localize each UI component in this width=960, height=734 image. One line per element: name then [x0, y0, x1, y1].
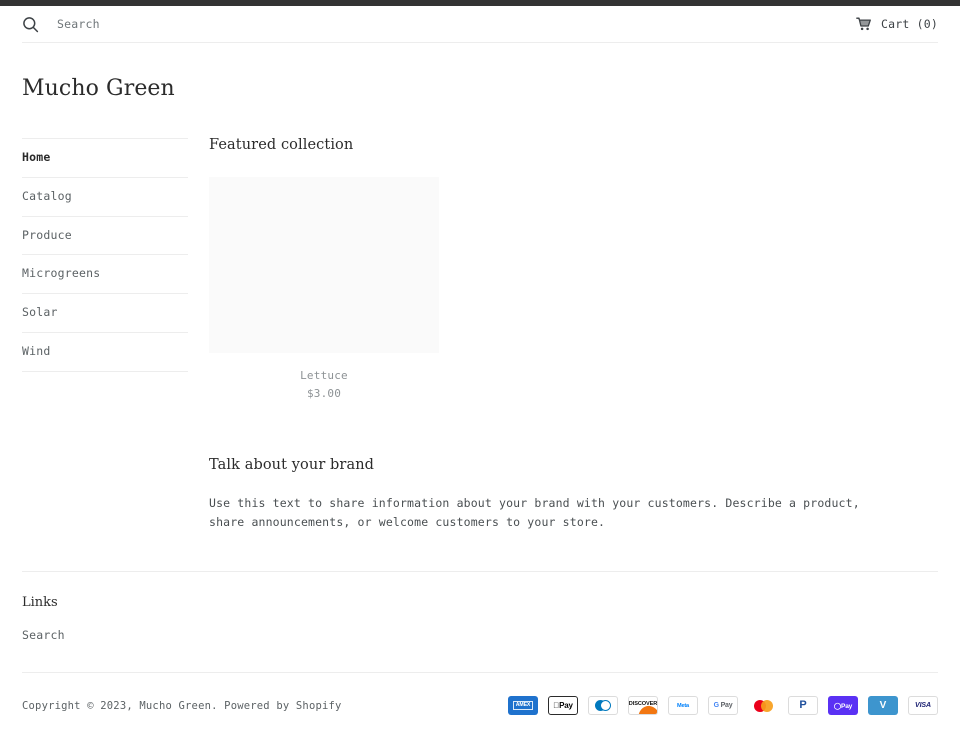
mastercard-circles	[753, 699, 773, 712]
product-grid: Lettuce $3.00	[209, 176, 938, 400]
shop-pay-icon: ◯Pay	[828, 696, 858, 716]
meta-pay-icon: Meta	[668, 696, 698, 716]
diners-club-circles	[595, 700, 611, 712]
footer-bottom-bar: Copyright © 2023, Mucho Green. Powered b…	[0, 696, 960, 716]
main-content: Featured collection Lettuce $3.00 Talk a…	[188, 138, 938, 531]
discover-icon: DISCOVER	[628, 696, 658, 716]
brand-heading: Talk about your brand	[209, 456, 375, 473]
google-pay-label: G Pay	[713, 702, 733, 710]
search-input-placeholder[interactable]: Search	[57, 17, 100, 31]
shop-pay-label: ◯Pay	[833, 702, 853, 710]
footer-bottom-divider	[22, 672, 938, 674]
footer-links-section: Links Search	[0, 596, 960, 643]
cart-link[interactable]: Cart (0)	[856, 17, 938, 31]
sidebar-item-microgreens[interactable]: Microgreens	[22, 255, 188, 295]
google-pay-icon: G Pay	[708, 696, 738, 716]
sidebar-navigation: Home Catalog Produce Microgreens Solar W…	[22, 138, 188, 372]
product-card[interactable]: Lettuce $3.00	[209, 176, 439, 400]
featured-collection-heading: Featured collection	[209, 137, 354, 153]
page-body: Home Catalog Produce Microgreens Solar W…	[0, 138, 960, 531]
brand-text-block: Talk about your brand Use this text to s…	[209, 456, 938, 532]
footer-links-heading: Links	[22, 595, 58, 611]
utility-header: Search Cart (0)	[0, 6, 960, 42]
footer-link-search[interactable]: Search	[22, 628, 65, 642]
paypal-icon: P	[788, 696, 818, 716]
store-title[interactable]: Mucho Green	[0, 43, 960, 100]
american-express-icon: AMEX	[508, 696, 538, 716]
sidebar-item-produce[interactable]: Produce	[22, 217, 188, 256]
shopping-cart-icon[interactable]	[856, 17, 872, 31]
sidebar-item-home[interactable]: Home	[22, 139, 188, 178]
search-icon[interactable]	[22, 16, 39, 33]
apple-pay-icon: Pay	[548, 696, 578, 716]
sidebar-item-wind[interactable]: Wind	[22, 333, 188, 372]
footer-top-divider	[22, 571, 938, 573]
discover-mark: DISCOVER	[629, 697, 657, 715]
product-title: Lettuce	[300, 368, 348, 382]
diners-club-icon	[588, 696, 618, 716]
mastercard-icon	[748, 696, 778, 716]
product-image-placeholder[interactable]	[209, 176, 439, 353]
payment-methods-row: AMEX Pay DISCOVER Meta G Pay	[508, 696, 938, 716]
sidebar-item-catalog[interactable]: Catalog	[22, 178, 188, 217]
visa-icon: VISA	[908, 696, 938, 716]
sidebar-item-solar[interactable]: Solar	[22, 294, 188, 333]
brand-body-text: Use this text to share information about…	[209, 496, 860, 529]
product-price: $3.00	[306, 386, 342, 400]
venmo-icon: V	[868, 696, 898, 716]
copyright-text: Copyright © 2023, Mucho Green. Powered b…	[22, 699, 342, 712]
cart-label: Cart (0)	[881, 17, 938, 31]
search-bar[interactable]: Search	[22, 16, 100, 33]
